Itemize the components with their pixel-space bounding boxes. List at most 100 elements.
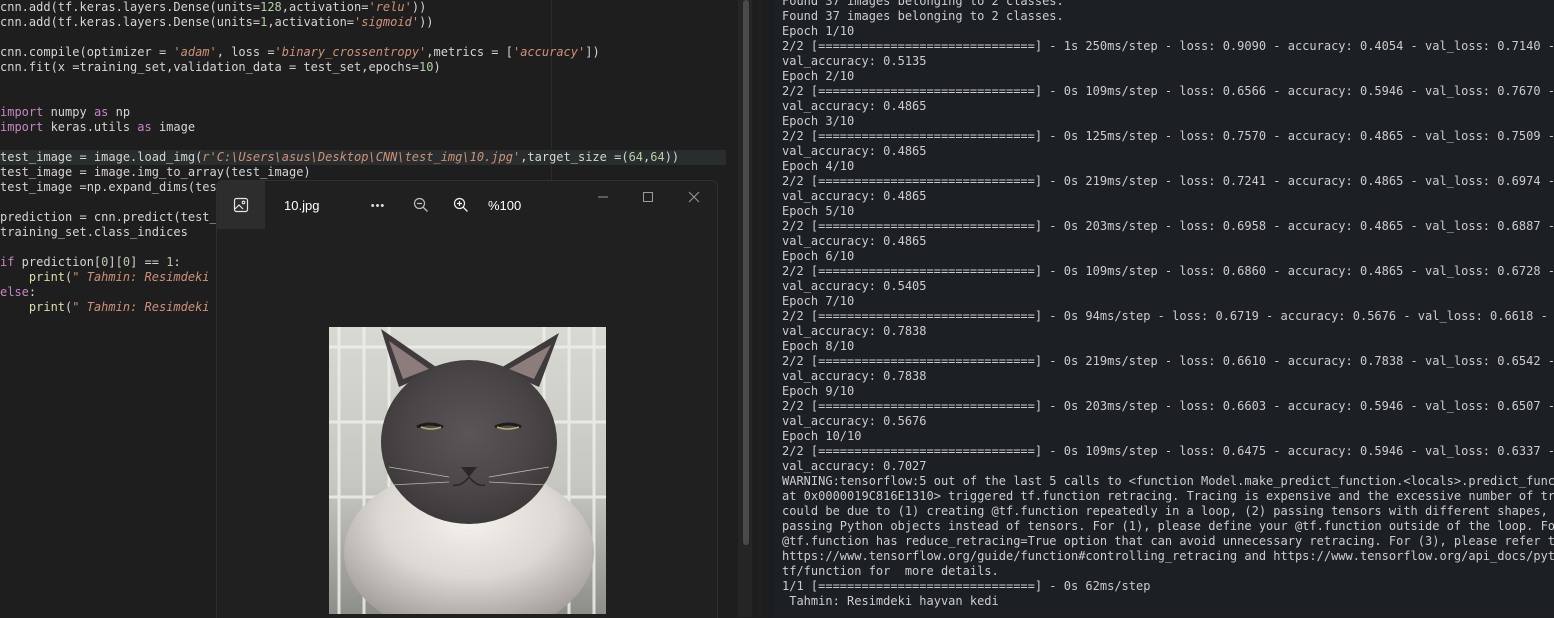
viewer-filename: 10.jpg — [284, 198, 320, 213]
terminal-output[interactable]: Found 37 images belonging to 2 classes. F… — [774, 0, 1554, 617]
code-line[interactable]: print(" Tahmin: Resimdeki h — [0, 270, 224, 285]
code-line[interactable]: test_image =np.expand_dims(test — [0, 180, 224, 195]
code-token: if — [0, 255, 15, 269]
code-line[interactable]: prediction = cnn.predict(test_i — [0, 210, 224, 225]
terminal-line: Epoch 10/10 — [782, 429, 862, 443]
terminal-line: at 0x0000019C816E1310> triggered tf.func… — [782, 489, 1554, 503]
maximize-icon[interactable] — [636, 185, 660, 209]
code-token: test_image = image.img_to_array(test_ima… — [0, 165, 311, 179]
code-line[interactable]: cnn.add(tf.keras.layers.Dense(units=1,ac… — [0, 15, 434, 30]
image-icon — [229, 193, 253, 217]
terminal-line: 2/2 [==============================] - 0… — [782, 309, 1548, 323]
code-token: training_set.class_indices — [0, 225, 188, 239]
code-token: ,activation= — [267, 15, 355, 29]
terminal-line: WARNING:tensorflow:5 out of the last 5 c… — [782, 474, 1554, 488]
code-token: 128 — [260, 0, 282, 14]
code-token: cnn.add(tf.keras.layers.Dense(units= — [0, 0, 261, 14]
code-line[interactable]: cnn.compile(optimizer = 'adam', loss ='b… — [0, 45, 600, 60]
terminal-line: Found 37 images belonging to 2 classes. — [782, 9, 1064, 23]
code-token: ]) — [585, 45, 600, 59]
code-token: 64 — [628, 150, 644, 164]
zoom-in-icon[interactable] — [449, 193, 473, 217]
code-token: cnn.fit(x =training_set,validation_data … — [0, 60, 420, 74]
code-token: prediction[ — [14, 255, 102, 269]
code-token: )) — [419, 15, 434, 29]
code-line[interactable]: test_image = image.load_img(r'C:\Users\a… — [0, 150, 726, 165]
code-token: : — [173, 255, 181, 269]
terminal-line: 2/2 [==============================] - 1… — [782, 39, 1554, 53]
code-token: ,activation= — [281, 0, 369, 14]
code-token: 10 — [419, 60, 434, 74]
code-line[interactable]: cnn.fit(x =training_set,validation_data … — [0, 60, 441, 75]
terminal-line: Tahmin: Resimdeki hayvan kedi — [782, 594, 999, 608]
zoom-level[interactable]: %100 — [488, 198, 521, 214]
code-token: import — [0, 105, 44, 119]
code-token: keras.utils — [43, 120, 138, 134]
terminal-line: Epoch 9/10 — [782, 384, 855, 398]
pane-splitter[interactable] — [758, 0, 762, 617]
code-token: image — [151, 120, 196, 134]
code-token: 'relu' — [368, 0, 412, 14]
minimize-icon[interactable] — [591, 185, 615, 209]
terminal-line: Found 37 images belonging to 2 classes. — [782, 0, 1064, 8]
code-token: ,metrics = [ — [426, 45, 513, 59]
terminal-line: 2/2 [==============================] - 0… — [782, 129, 1554, 143]
code-line[interactable]: test_image = image.img_to_array(test_ima… — [0, 165, 311, 180]
terminal-line: val_accuracy: 0.5676 — [782, 414, 927, 428]
code-token: 'adam' — [173, 45, 217, 59]
code-token: )) — [664, 150, 680, 164]
terminal-line: Epoch 5/10 — [782, 204, 855, 218]
image-viewer-window[interactable]: 10.jpg ••• %100 — [216, 180, 718, 618]
cat-photo — [329, 327, 606, 614]
terminal-line: tf/function for more details. — [782, 564, 999, 578]
code-token: test_image = image.load_img( — [0, 150, 203, 164]
terminal-line: val_accuracy: 0.4865 — [782, 99, 927, 113]
terminal-line: 2/2 [==============================] - 0… — [782, 354, 1554, 368]
viewer-app-button[interactable] — [217, 181, 265, 229]
code-token: 'binary_crossentropy' — [274, 45, 427, 59]
viewer-titlebar[interactable]: 10.jpg ••• %100 — [217, 181, 717, 229]
code-token: import — [0, 120, 44, 134]
terminal-line: Epoch 4/10 — [782, 159, 855, 173]
code-line[interactable]: print(" Tahmin: Resimdeki h — [0, 300, 224, 315]
code-token: " Tahmin: Resimdeki h — [72, 300, 224, 314]
code-token: 'accuracy' — [512, 45, 586, 59]
code-token: prediction = cnn.predict(test_i — [0, 210, 224, 224]
code-token: numpy — [43, 105, 94, 119]
code-token: : — [28, 285, 37, 299]
zoom-out-icon[interactable] — [409, 193, 433, 217]
code-token: r'C:\Users\asus\Desktop\CNN\test_img\10.… — [202, 150, 521, 164]
close-icon[interactable] — [682, 185, 706, 209]
editor-scrollbar-thumb[interactable] — [743, 0, 749, 545]
terminal-line: passing Python objects instead of tensor… — [782, 519, 1554, 533]
code-line[interactable]: training_set.class_indices — [0, 225, 188, 240]
code-token: cnn.add(tf.keras.layers.Dense(units= — [0, 15, 261, 29]
terminal-line: val_accuracy: 0.7027 — [782, 459, 927, 473]
terminal-line: val_accuracy: 0.4865 — [782, 189, 927, 203]
code-line[interactable]: import keras.utils as image — [0, 120, 195, 135]
code-line[interactable]: else: — [0, 285, 36, 300]
code-line[interactable]: cnn.add(tf.keras.layers.Dense(units=128,… — [0, 0, 426, 15]
code-token: ,target_size =( — [520, 150, 629, 164]
terminal-line: https://www.tensorflow.org/guide/functio… — [782, 549, 1554, 563]
terminal-line: Epoch 3/10 — [782, 114, 855, 128]
terminal-line: 2/2 [==============================] - 0… — [782, 84, 1554, 98]
code-token: ) — [433, 60, 441, 74]
code-token: 'sigmoid' — [354, 15, 420, 29]
terminal-line: val_accuracy: 0.4865 — [782, 234, 927, 248]
terminal-line: val_accuracy: 0.5405 — [782, 279, 927, 293]
terminal-line: val_accuracy: 0.7838 — [782, 324, 927, 338]
code-token: 64 — [650, 150, 665, 164]
code-line[interactable]: import numpy as np — [0, 105, 130, 120]
more-icon[interactable]: ••• — [366, 194, 390, 218]
code-token: " Tahmin: Resimdeki h — [72, 270, 224, 284]
code-line[interactable]: if prediction[0][0] == 1: — [0, 255, 181, 270]
code-token: print — [28, 270, 66, 284]
terminal-line: Epoch 6/10 — [782, 249, 855, 263]
terminal-line: Epoch 7/10 — [782, 294, 855, 308]
terminal-line: 2/2 [==============================] - 0… — [782, 444, 1554, 458]
terminal-line: val_accuracy: 0.5135 — [782, 54, 927, 68]
terminal-line: Epoch 1/10 — [782, 24, 855, 38]
